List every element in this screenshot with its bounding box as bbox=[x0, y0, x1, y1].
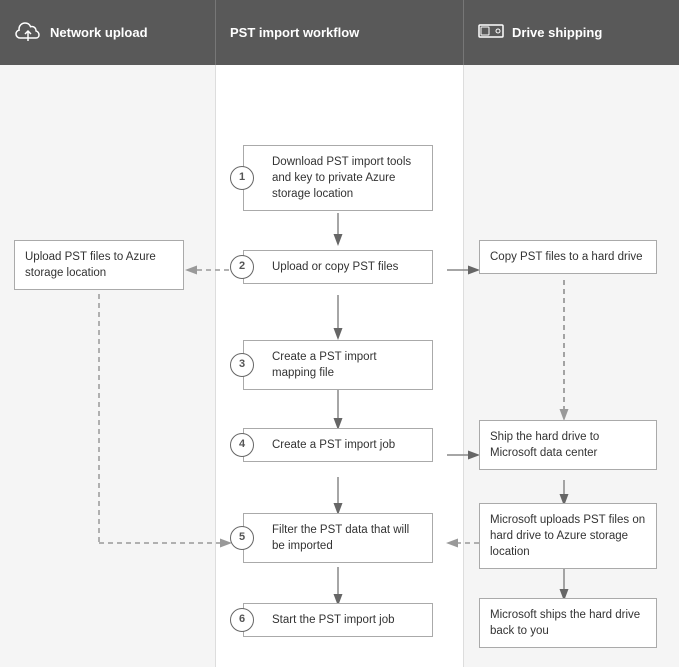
drive-icon bbox=[478, 22, 504, 44]
step-4-text: Create a PST import job bbox=[272, 439, 395, 451]
step-1-num: 1 bbox=[230, 166, 254, 190]
ship-hard-drive-text: Ship the hard drive to Microsoft data ce… bbox=[490, 431, 599, 459]
network-upload-label: Network upload bbox=[50, 25, 148, 40]
step-4-num: 4 bbox=[230, 433, 254, 457]
left-col-bg bbox=[0, 65, 215, 667]
step-2-text: Upload or copy PST files bbox=[272, 261, 398, 273]
step-4-box: 4 Create a PST import job bbox=[243, 428, 433, 462]
drive-shipping-label: Drive shipping bbox=[512, 25, 602, 40]
step-2-num: 2 bbox=[230, 255, 254, 279]
cloud-icon bbox=[14, 20, 42, 46]
step-5-num: 5 bbox=[230, 526, 254, 550]
microsoft-ships-back-box: Microsoft ships the hard drive back to y… bbox=[479, 598, 657, 648]
ship-hard-drive-box: Ship the hard drive to Microsoft data ce… bbox=[479, 420, 657, 470]
step-1-box: 1 Download PST import tools and key to p… bbox=[243, 145, 433, 211]
step-3-text: Create a PST import mapping file bbox=[272, 351, 377, 379]
microsoft-uploads-box: Microsoft uploads PST files on hard driv… bbox=[479, 503, 657, 569]
right-col-bg bbox=[464, 65, 679, 667]
step-6-text: Start the PST import job bbox=[272, 614, 395, 626]
diagram-container: Network upload PST import workflow Drive… bbox=[0, 0, 679, 667]
step-3-box: 3 Create a PST import mapping file bbox=[243, 340, 433, 390]
step-3-num: 3 bbox=[230, 353, 254, 377]
step-5-box: 5 Filter the PST data that will be impor… bbox=[243, 513, 433, 563]
step-6-box: 6 Start the PST import job bbox=[243, 603, 433, 637]
step-6-num: 6 bbox=[230, 608, 254, 632]
pst-workflow-header: PST import workflow bbox=[215, 0, 464, 65]
microsoft-uploads-text: Microsoft uploads PST files on hard driv… bbox=[490, 514, 645, 558]
step-5-text: Filter the PST data that will be importe… bbox=[272, 524, 409, 552]
microsoft-ships-back-text: Microsoft ships the hard drive back to y… bbox=[490, 609, 640, 637]
copy-pst-hard-drive-box: Copy PST files to a hard drive bbox=[479, 240, 657, 274]
step-1-text: Download PST import tools and key to pri… bbox=[272, 156, 411, 200]
upload-azure-box: Upload PST files to Azure storage locati… bbox=[14, 240, 184, 290]
network-upload-header: Network upload bbox=[0, 0, 215, 65]
content-area: Upload PST files to Azure storage locati… bbox=[0, 65, 679, 667]
drive-shipping-header: Drive shipping bbox=[464, 0, 679, 65]
pst-workflow-label: PST import workflow bbox=[230, 25, 359, 40]
copy-pst-hard-drive-text: Copy PST files to a hard drive bbox=[490, 251, 643, 263]
headers-row: Network upload PST import workflow Drive… bbox=[0, 0, 679, 65]
upload-azure-text: Upload PST files to Azure storage locati… bbox=[25, 251, 156, 279]
step-2-box: 2 Upload or copy PST files bbox=[243, 250, 433, 284]
